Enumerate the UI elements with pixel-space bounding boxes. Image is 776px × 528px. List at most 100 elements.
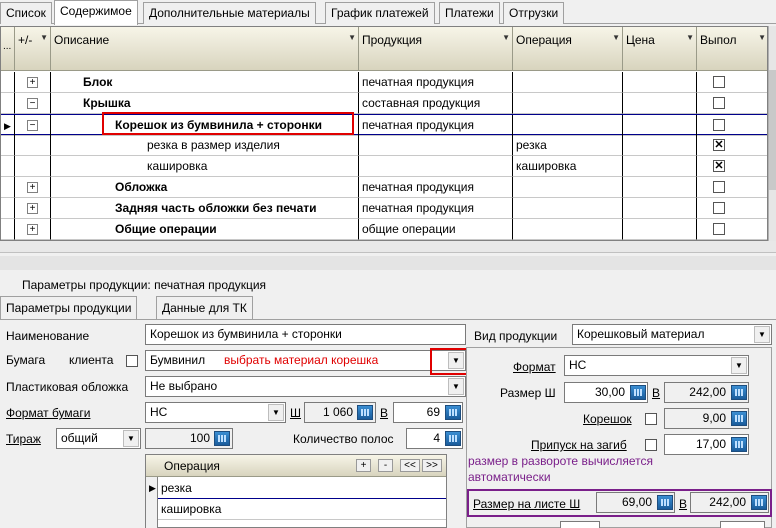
chevron-down-icon[interactable]: ▼ <box>754 326 770 343</box>
calculator-icon[interactable] <box>731 385 747 400</box>
expand-cell[interactable] <box>15 156 51 177</box>
checked-checkbox[interactable]: ✕ <box>713 160 725 172</box>
operation-cell[interactable] <box>513 115 623 136</box>
product-cell[interactable]: составная продукция <box>359 93 513 114</box>
collapse-icon[interactable]: − <box>27 120 38 131</box>
table-row[interactable]: − Крышка составная продукция <box>1 93 767 114</box>
unchecked-checkbox[interactable] <box>713 119 725 131</box>
tab-payment-schedule[interactable]: График платежей <box>325 2 435 24</box>
done-cell[interactable] <box>697 198 767 219</box>
product-cell[interactable]: печатная продукция <box>359 115 513 136</box>
table-row[interactable]: + Задняя часть обложки без печати печатная… <box>1 198 767 219</box>
format-select[interactable]: НС ▼ <box>145 402 286 423</box>
plastic-select[interactable]: Не выбрано ▼ <box>145 376 466 397</box>
chevron-down-icon[interactable]: ▼ <box>448 378 464 395</box>
collapse-icon[interactable]: − <box>27 98 38 109</box>
price-cell[interactable] <box>623 135 697 156</box>
done-cell[interactable]: ✕ <box>697 156 767 177</box>
chevron-down-icon[interactable]: ▼ <box>731 357 747 374</box>
product-cell[interactable]: печатная продукция <box>359 72 513 93</box>
table-row[interactable]: + Блок печатная продукция <box>1 72 767 93</box>
expand-cell[interactable]: − <box>15 115 51 136</box>
expand-icon[interactable]: + <box>27 182 38 193</box>
table-row[interactable]: + Общие операции общие операции <box>1 219 767 240</box>
operation-cell[interactable] <box>513 93 623 114</box>
unchecked-checkbox[interactable] <box>713 181 725 193</box>
col-header-expand[interactable]: +/- ▼ <box>15 27 51 71</box>
unchecked-checkbox[interactable] <box>713 76 725 88</box>
operation-cell[interactable] <box>513 198 623 219</box>
expand-cell[interactable]: + <box>15 219 51 240</box>
operation-row[interactable]: кашировка <box>158 499 446 520</box>
operation-row[interactable]: резка <box>158 478 446 499</box>
operation-cell[interactable] <box>513 72 623 93</box>
price-cell[interactable] <box>623 115 697 136</box>
expand-cell[interactable]: − <box>15 93 51 114</box>
calculator-icon[interactable] <box>357 405 373 420</box>
done-cell[interactable] <box>697 177 767 198</box>
client-paper-checkbox[interactable] <box>126 355 138 367</box>
cut-off-field[interactable] <box>560 521 600 528</box>
move-right-button[interactable]: >> <box>422 459 442 472</box>
product-cell[interactable]: печатная продукция <box>359 177 513 198</box>
chevron-down-icon[interactable]: ▼ <box>123 430 139 447</box>
spine-checkbox[interactable] <box>645 413 657 425</box>
move-left-button[interactable]: << <box>400 459 420 472</box>
product-type-select[interactable]: Корешковый материал ▼ <box>572 324 772 345</box>
table-row[interactable]: резка в размер изделия резка ✕ <box>1 135 767 156</box>
calculator-icon[interactable] <box>630 385 646 400</box>
description-cell[interactable]: кашировка <box>51 156 359 177</box>
expand-cell[interactable] <box>15 135 51 156</box>
description-cell[interactable]: Общие операции <box>51 219 359 240</box>
expand-icon[interactable]: + <box>27 224 38 235</box>
run-type-select[interactable]: общий ▼ <box>56 428 141 449</box>
description-cell[interactable]: Блок <box>51 72 359 93</box>
table-row[interactable]: кашировка кашировка ✕ <box>1 156 767 177</box>
col-header-done[interactable]: Выпол ▼ <box>697 27 767 71</box>
price-cell[interactable] <box>623 219 697 240</box>
operation-cell[interactable] <box>513 177 623 198</box>
col-header-price[interactable]: Цена ▼ <box>623 27 697 71</box>
expand-cell[interactable]: + <box>15 198 51 219</box>
price-cell[interactable] <box>623 198 697 219</box>
done-cell[interactable] <box>697 72 767 93</box>
paper-select[interactable]: Бумвинил выбрать материал корешка ▼ <box>145 350 466 371</box>
col-header-operation[interactable]: Операция ▼ <box>513 27 623 71</box>
price-cell[interactable] <box>623 156 697 177</box>
description-cell[interactable]: Крышка <box>51 93 359 114</box>
chevron-down-icon[interactable]: ▼ <box>268 404 284 421</box>
tab-extra-materials[interactable]: Дополнительные материалы <box>143 2 316 24</box>
tab-list[interactable]: Список <box>0 2 52 24</box>
unchecked-checkbox[interactable] <box>713 223 725 235</box>
done-cell[interactable]: ✕ <box>697 135 767 156</box>
subtab-tk-data[interactable]: Данные для ТК <box>156 296 253 319</box>
subtab-product-params[interactable]: Параметры продукции <box>0 296 138 319</box>
add-operation-button[interactable]: + <box>356 459 371 472</box>
description-cell[interactable]: Задняя часть обложки без печати <box>51 198 359 219</box>
tab-shipments[interactable]: Отгрузки <box>503 2 565 24</box>
operation-cell[interactable]: кашировка <box>513 156 623 177</box>
fold-checkbox[interactable] <box>645 439 657 451</box>
done-cell[interactable] <box>697 115 767 136</box>
operation-cell[interactable]: резка <box>513 135 623 156</box>
splitter[interactable] <box>0 256 776 270</box>
tab-contents[interactable]: Содержимое <box>54 0 138 25</box>
tab-payments[interactable]: Платежи <box>439 2 500 24</box>
calculator-icon[interactable] <box>445 431 461 446</box>
price-cell[interactable] <box>623 72 697 93</box>
price-cell[interactable] <box>623 93 697 114</box>
calculator-icon[interactable] <box>751 495 767 510</box>
unchecked-checkbox[interactable] <box>713 97 725 109</box>
calculator-icon[interactable] <box>445 405 461 420</box>
product-cell[interactable] <box>359 135 513 156</box>
expand-cell[interactable]: + <box>15 72 51 93</box>
calculator-icon[interactable] <box>731 437 747 452</box>
done-cell[interactable] <box>697 219 767 240</box>
expand-icon[interactable]: + <box>27 203 38 214</box>
calculator-icon[interactable] <box>731 411 747 426</box>
calculator-icon[interactable] <box>657 495 673 510</box>
scroll-thumb[interactable] <box>769 70 776 190</box>
done-cell[interactable] <box>697 93 767 114</box>
expand-cell[interactable]: + <box>15 177 51 198</box>
grid-horizontal-scrollbar[interactable] <box>0 241 776 253</box>
